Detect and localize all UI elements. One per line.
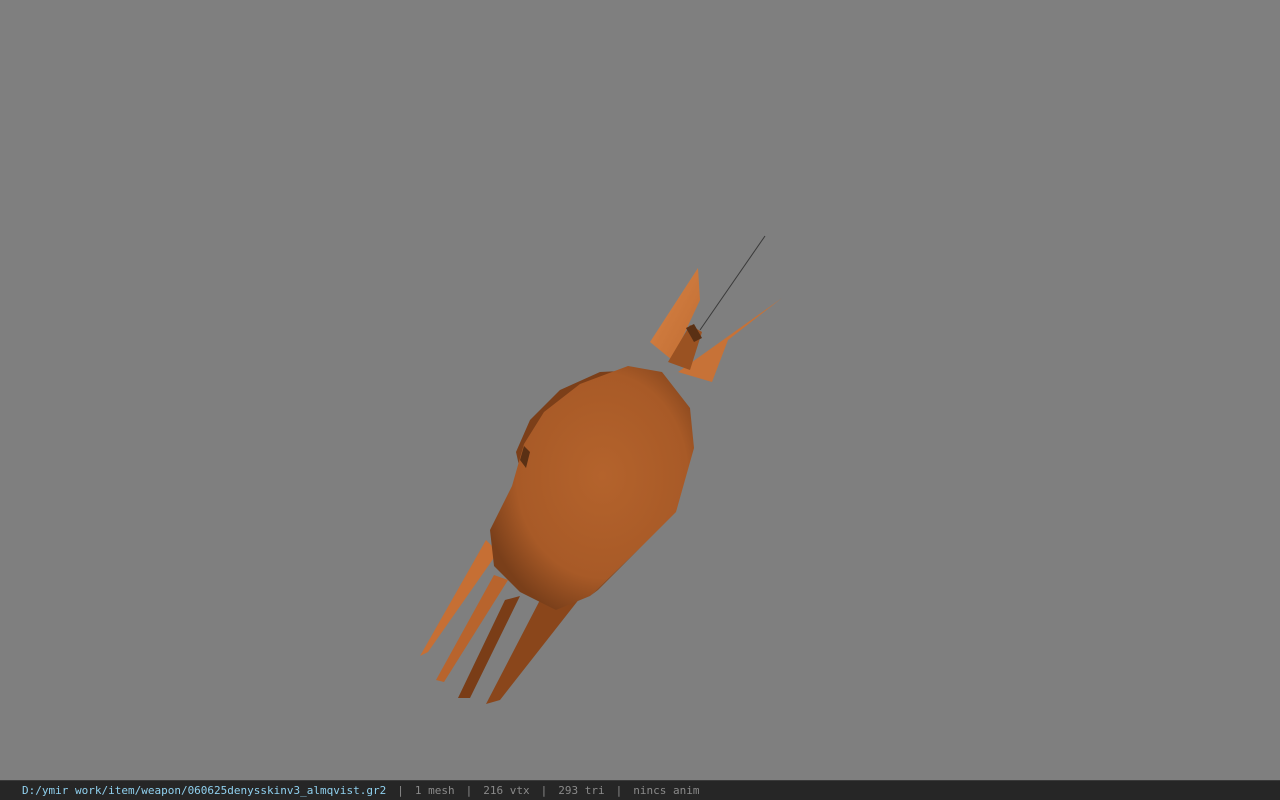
model-body [490, 366, 694, 610]
status-separator: | [397, 784, 404, 797]
file-path: D:/ymir work/item/weapon/060625denysskin… [22, 784, 387, 797]
triangle-count: 293 tri [558, 784, 605, 797]
model-tip-line [699, 235, 766, 331]
mesh-count: 1 mesh [414, 784, 455, 797]
status-bar: D:/ymir work/item/weapon/060625denysskin… [0, 780, 1280, 800]
animation-status: nincs anim [633, 784, 700, 797]
status-separator: | [465, 784, 473, 797]
vertex-count: 216 vtx [483, 784, 530, 797]
3d-viewport[interactable] [0, 0, 1280, 780]
status-separator: | [615, 784, 623, 797]
model-render [420, 235, 782, 704]
status-separator: | [540, 784, 548, 797]
